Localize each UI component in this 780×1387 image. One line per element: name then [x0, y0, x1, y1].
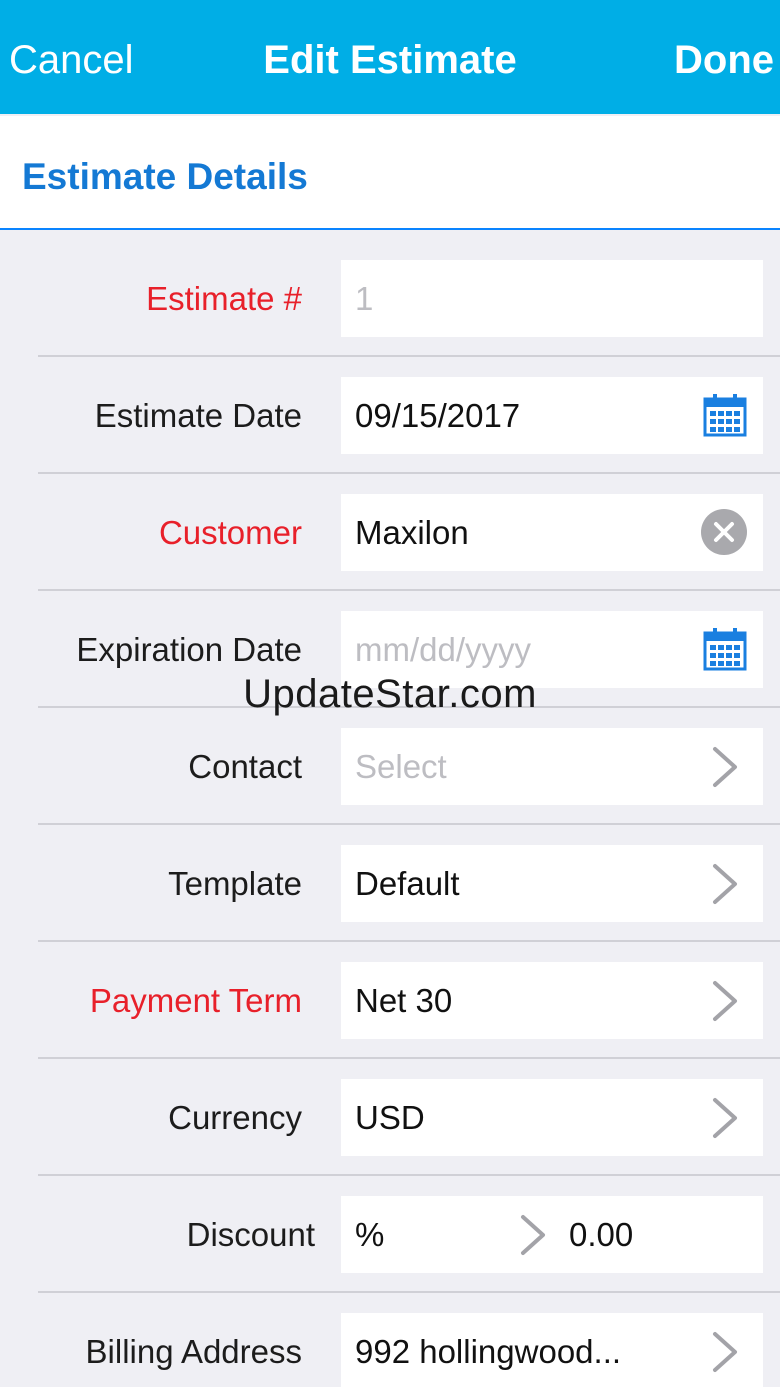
estimate-form: Estimate # 1 Estimate Date 09/15/2017 Cu…	[0, 240, 780, 1387]
calendar-icon[interactable]	[703, 627, 747, 671]
discount-label: Discount	[186, 1216, 315, 1253]
currency-value: USD	[355, 1099, 425, 1136]
customer-value: Maxilon	[355, 514, 469, 551]
section-header: Estimate Details	[0, 116, 780, 230]
template-value: Default	[355, 865, 460, 902]
customer-label: Customer	[158, 514, 302, 551]
cancel-button[interactable]: Cancel	[9, 32, 134, 88]
discount-type-value[interactable]: %	[355, 1196, 384, 1273]
currency-label: Currency	[168, 1099, 302, 1136]
row-payment-term: Payment Term Net 30	[0, 942, 780, 1059]
calendar-icon[interactable]	[703, 393, 747, 437]
template-field[interactable]: Default	[341, 845, 763, 922]
estimate-number-label: Estimate #	[146, 280, 302, 317]
template-label: Template	[168, 865, 302, 902]
chevron-right-icon[interactable]	[515, 1213, 551, 1257]
row-currency: Currency USD	[0, 1059, 780, 1176]
section-title: Estimate Details	[22, 156, 308, 197]
contact-label: Contact	[188, 748, 302, 785]
billing-address-field[interactable]: 992 hollingwood...	[341, 1313, 763, 1387]
row-template: Template Default	[0, 825, 780, 942]
row-contact: Contact Select	[0, 708, 780, 825]
billing-address-label: Billing Address	[85, 1333, 302, 1370]
watermark: UpdateStar.com	[243, 672, 537, 716]
customer-field[interactable]: Maxilon	[341, 494, 763, 571]
payment-term-label: Payment Term	[89, 982, 302, 1019]
row-customer: Customer Maxilon	[0, 474, 780, 591]
chevron-right-icon	[713, 864, 737, 904]
estimate-number-field[interactable]: 1	[341, 260, 763, 337]
payment-term-field[interactable]: Net 30	[341, 962, 763, 1039]
row-estimate-date: Estimate Date 09/15/2017	[0, 357, 780, 474]
chevron-right-icon	[713, 1332, 737, 1372]
currency-field[interactable]: USD	[341, 1079, 763, 1156]
contact-placeholder: Select	[355, 748, 447, 785]
chevron-right-icon	[713, 1098, 737, 1138]
estimate-date-field[interactable]: 09/15/2017	[341, 377, 763, 454]
chevron-right-icon	[713, 747, 737, 787]
payment-term-value: Net 30	[355, 982, 453, 1019]
row-discount: Discount % 0.00	[0, 1176, 780, 1293]
estimate-number-value: 1	[355, 280, 374, 317]
discount-amount-input[interactable]: 0.00	[569, 1196, 633, 1273]
contact-field[interactable]: Select	[341, 728, 763, 805]
nav-bar: Edit Estimate Cancel Done	[0, 0, 780, 114]
row-billing-address: Billing Address 992 hollingwood...	[0, 1293, 780, 1387]
done-button[interactable]: Done	[674, 32, 774, 88]
estimate-date-label: Estimate Date	[94, 397, 302, 434]
chevron-right-icon	[713, 981, 737, 1021]
clear-icon[interactable]	[701, 509, 747, 555]
billing-address-value: 992 hollingwood...	[355, 1333, 622, 1370]
row-estimate-number: Estimate # 1	[0, 240, 780, 357]
estimate-date-value: 09/15/2017	[355, 397, 521, 434]
discount-field: % 0.00	[341, 1196, 763, 1273]
